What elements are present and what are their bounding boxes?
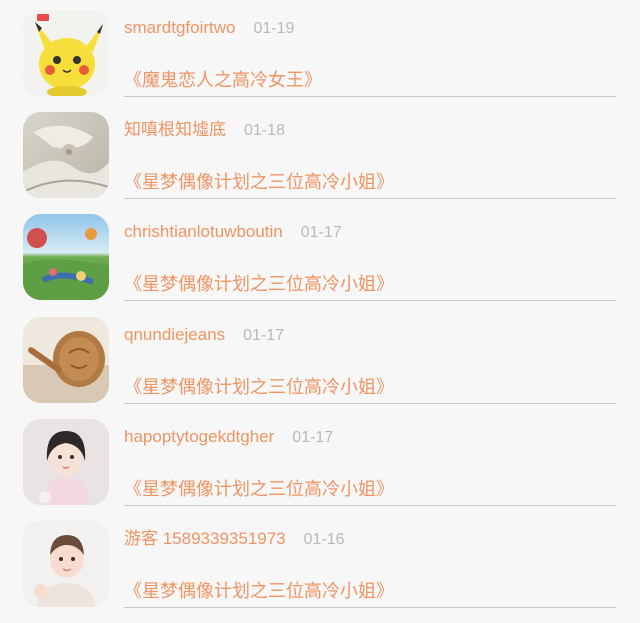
landscape-avatar-icon[interactable] xyxy=(23,214,109,300)
book-title-link[interactable]: 《星梦偶像计划之三位高冷小姐》 xyxy=(124,374,394,400)
comment-date: 01-17 xyxy=(300,224,342,241)
commenter-name-text[interactable]: chrishtianlotuwboutin xyxy=(124,222,283,241)
comment-date: 01-16 xyxy=(303,531,345,548)
row-divider xyxy=(124,403,616,404)
comment-row[interactable]: 游客 1589339351973 01-16 《星梦偶像计划之三位高冷小姐》 xyxy=(0,521,640,623)
commenter-name[interactable]: qnundiejeans 01-17 xyxy=(124,323,284,347)
commenter-name-text[interactable]: smardtgfoirtwo xyxy=(124,18,235,37)
commenter-name-text[interactable]: 知嗔根知墟底 xyxy=(124,120,226,139)
row-divider xyxy=(124,96,616,97)
comment-row[interactable]: hapoptytogekdtgher 01-17 《星梦偶像计划之三位高冷小姐》 xyxy=(0,419,640,521)
row-divider xyxy=(124,300,616,301)
comment-row[interactable]: 知嗔根知墟底 01-18 《星梦偶像计划之三位高冷小姐》 xyxy=(0,112,640,214)
wood-avatar-icon[interactable] xyxy=(23,317,109,403)
comment-row[interactable]: chrishtianlotuwboutin 01-17 《星梦偶像计划之三位高冷小… xyxy=(0,214,640,316)
row-divider xyxy=(124,505,616,506)
book-title-link[interactable]: 《魔鬼恋人之高冷女王》 xyxy=(124,67,322,93)
book-title-link[interactable]: 《星梦偶像计划之三位高冷小姐》 xyxy=(124,271,394,297)
comment-list: smardtgfoirtwo 01-19 《魔鬼恋人之高冷女王》 知嗔根知墟底 … xyxy=(0,0,640,617)
commenter-name-text[interactable]: qnundiejeans xyxy=(124,325,225,344)
baby-avatar-icon[interactable] xyxy=(23,521,109,607)
commenter-name[interactable]: chrishtianlotuwboutin 01-17 xyxy=(124,220,342,244)
commenter-name-text[interactable]: 游客 1589339351973 xyxy=(124,529,286,548)
row-divider xyxy=(124,198,616,199)
comment-date: 01-17 xyxy=(243,327,285,344)
comment-date: 01-18 xyxy=(244,122,285,139)
pikachu-avatar-icon[interactable] xyxy=(23,10,109,96)
commenter-name[interactable]: hapoptytogekdtgher 01-17 xyxy=(124,425,333,449)
book-title-link[interactable]: 《星梦偶像计划之三位高冷小姐》 xyxy=(124,578,394,604)
commenter-name[interactable]: smardtgfoirtwo 01-19 xyxy=(124,16,294,40)
commenter-name[interactable]: 游客 1589339351973 01-16 xyxy=(124,527,345,551)
comment-date: 01-19 xyxy=(253,20,295,37)
row-divider xyxy=(124,607,616,608)
book-title-link[interactable]: 《星梦偶像计划之三位高冷小姐》 xyxy=(124,476,394,502)
comment-date: 01-17 xyxy=(292,429,334,446)
comment-row[interactable]: qnundiejeans 01-17 《星梦偶像计划之三位高冷小姐》 xyxy=(0,317,640,419)
commenter-name[interactable]: 知嗔根知墟底 01-18 xyxy=(124,118,285,142)
comment-row[interactable]: smardtgfoirtwo 01-19 《魔鬼恋人之高冷女王》 xyxy=(0,10,640,112)
girl-avatar-icon[interactable] xyxy=(23,419,109,505)
book-title-link[interactable]: 《星梦偶像计划之三位高冷小姐》 xyxy=(124,169,394,195)
cloth-avatar-icon[interactable] xyxy=(23,112,109,198)
commenter-name-text[interactable]: hapoptytogekdtgher xyxy=(124,427,274,446)
